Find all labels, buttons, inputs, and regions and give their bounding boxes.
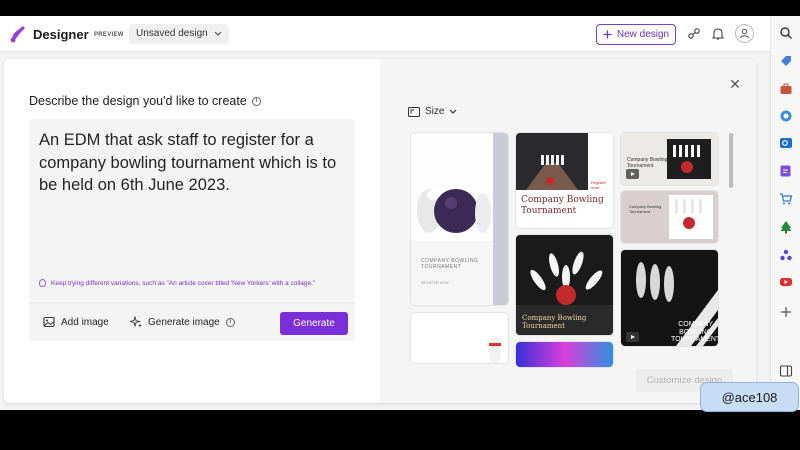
info-icon[interactable]: i — [251, 96, 261, 106]
tip-text: Keep trying different variations, such a… — [51, 279, 316, 287]
browser-sidebar — [770, 16, 800, 410]
outlook-icon[interactable] — [779, 136, 793, 150]
size-dropdown[interactable]: Size — [408, 106, 457, 117]
bulb-icon — [39, 279, 46, 287]
thumbnail-title: COMPANY BOWLING TOURNAMENT — [421, 258, 479, 270]
user-avatar[interactable] — [735, 24, 754, 43]
new-design-label: New design — [616, 29, 670, 40]
design-thumbnail[interactable]: Company Bowling Tournament — [621, 133, 718, 185]
add-image-label: Add image — [61, 316, 109, 328]
neon-lanes-photo — [516, 342, 613, 367]
design-thumbnail[interactable]: Company Bowling Tournament — [621, 191, 718, 243]
size-label: Size — [425, 106, 445, 117]
generate-button[interactable]: Generate — [280, 312, 348, 335]
prompt-pane: Describe the design you'd like to create… — [4, 59, 380, 403]
tree-icon[interactable] — [779, 220, 793, 234]
designer-app: Designer PREVIEW Unsaved design New desi… — [0, 16, 800, 410]
prompt-heading-text: Describe the design you'd like to create — [29, 94, 247, 108]
youtube-icon[interactable] — [779, 275, 793, 289]
thumbnail-title: Company Bowling Tournament — [629, 204, 662, 214]
create-dialog: Describe the design you'd like to create… — [4, 59, 756, 403]
designer-logo[interactable] — [8, 24, 28, 44]
chevron-down-icon — [214, 31, 222, 36]
top-bar: Designer PREVIEW Unsaved design New desi… — [0, 16, 770, 52]
add-image-button[interactable]: Add image — [43, 316, 109, 328]
thumbnail-subtitle: REGISTER NOW — [421, 281, 449, 285]
search-icon[interactable] — [779, 26, 793, 40]
tip-hint: Keep trying different variations, such a… — [39, 279, 315, 287]
add-icon[interactable] — [779, 305, 793, 319]
generate-image-button[interactable]: Generate image i — [130, 316, 235, 328]
new-design-button[interactable]: New design — [596, 24, 676, 45]
sidebar-icon[interactable] — [779, 364, 793, 378]
gallery-scrollbar[interactable] — [729, 133, 733, 188]
prompt-heading: Describe the design you'd like to create… — [29, 94, 261, 108]
thumbnail-title: Company Bowling Tournament — [521, 195, 604, 216]
gallery-pane: ✕ Size COMPANY BOWLING TOURNAMENT REGIST… — [380, 59, 756, 403]
doc-name-label: Unsaved design — [136, 28, 208, 39]
sparkle-icon — [130, 316, 142, 328]
generate-image-label: Generate image — [148, 316, 220, 328]
thumbnail-title: COMPANY BOWLING TOURNAMENT — [671, 321, 718, 343]
design-thumbnail[interactable] — [411, 313, 508, 363]
prompt-input[interactable]: An EDM that ask staff to register for a … — [29, 119, 355, 301]
thumbnail-title: Company Bowling Tournament — [627, 157, 668, 169]
play-icon — [626, 169, 639, 179]
share-icon[interactable] — [686, 26, 702, 42]
resize-icon — [408, 106, 420, 117]
info-icon[interactable]: i — [225, 317, 235, 327]
games-icon[interactable] — [779, 248, 793, 262]
image-icon — [43, 316, 55, 328]
preview-badge: PREVIEW — [94, 32, 124, 38]
cart-icon[interactable] — [779, 192, 793, 206]
bowling-pin-photo — [411, 313, 508, 363]
design-thumbnail[interactable]: COMPANY BOWLING TOURNAMENT REGISTER NOW — [411, 133, 508, 305]
bowling-ball-photo — [411, 133, 508, 305]
tag-icon[interactable] — [779, 54, 793, 68]
edit-icon[interactable] — [779, 164, 793, 178]
prompt-text[interactable]: An EDM that ask staff to register for a … — [39, 129, 344, 197]
design-thumbnail[interactable]: Company Bowling Tournament — [516, 235, 613, 335]
screen: Designer PREVIEW Unsaved design New desi… — [0, 0, 800, 450]
design-thumbnail[interactable] — [516, 342, 613, 367]
doc-name-dropdown[interactable]: Unsaved design — [129, 24, 229, 44]
briefcase-icon[interactable] — [779, 82, 793, 96]
prompt-toolbar: Add image Generate image i Generate — [29, 302, 355, 341]
pins-ball-photo — [621, 191, 718, 243]
plus-icon — [603, 30, 612, 39]
design-thumbnail[interactable]: COMPANY BOWLING TOURNAMENT — [621, 250, 718, 346]
overlay-handle: @ace108 — [700, 382, 799, 412]
play-icon — [626, 332, 639, 342]
thumbnail-tag: Register now! — [591, 180, 606, 190]
notification-icon[interactable] — [710, 26, 726, 42]
brand-name: Designer — [33, 27, 89, 42]
copilot-icon[interactable] — [779, 109, 793, 123]
user-icon — [740, 28, 749, 39]
thumbnail-title: Company Bowling Tournament — [522, 314, 587, 330]
close-icon[interactable]: ✕ — [728, 77, 742, 91]
chevron-down-icon — [450, 109, 457, 114]
design-thumbnail[interactable]: Company Bowling Tournament Register now! — [516, 133, 613, 228]
